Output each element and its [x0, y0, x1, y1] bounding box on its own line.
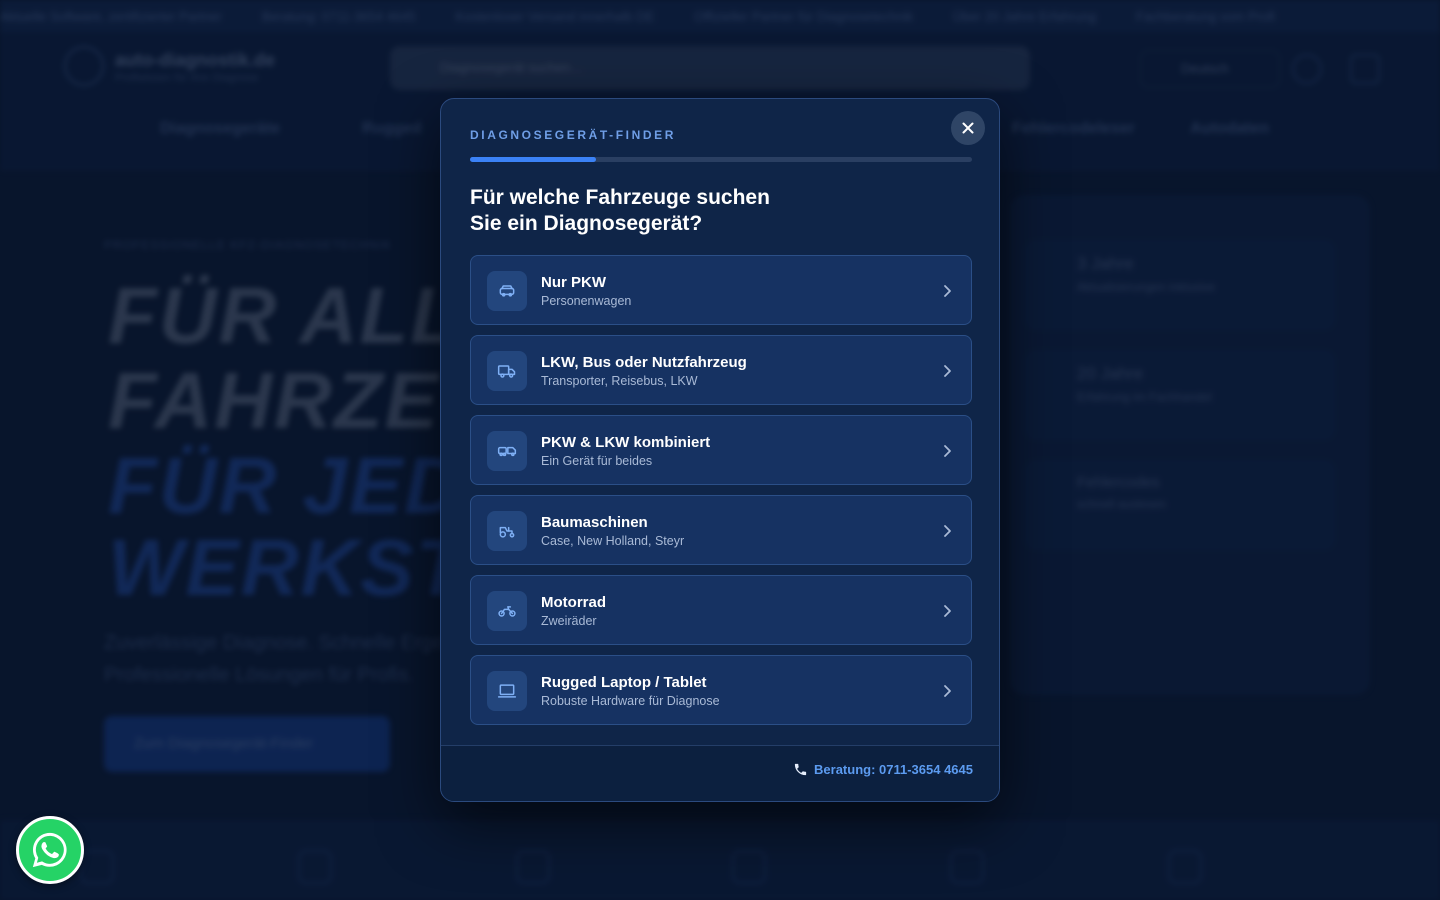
progress-fill: [470, 157, 596, 162]
option-title: LKW, Bus oder Nutzfahrzeug: [541, 354, 747, 371]
motorcycle-icon: [487, 591, 527, 631]
close-button[interactable]: [951, 111, 985, 145]
chevron-right-icon: [944, 605, 951, 617]
option-subtitle: Robuste Hardware für Diagnose: [541, 694, 720, 708]
chevron-right-icon: [944, 285, 951, 297]
option-title: Rugged Laptop / Tablet: [541, 674, 707, 691]
option-title: Baumaschinen: [541, 514, 648, 531]
option-baumaschinen[interactable]: Baumaschinen Case, New Holland, Steyr: [470, 495, 972, 565]
truck-icon: [487, 351, 527, 391]
option-title: Nur PKW: [541, 274, 606, 291]
option-title: Motorrad: [541, 594, 606, 611]
progress-bar: [470, 157, 972, 162]
vehicle-options: Nur PKW Personenwagen LKW, Bus oder Nutz…: [470, 255, 972, 735]
phone-text: Beratung: 0711-3654 4645: [814, 762, 973, 777]
laptop-icon: [487, 671, 527, 711]
chevron-right-icon: [944, 445, 951, 457]
option-nur-pkw[interactable]: Nur PKW Personenwagen: [470, 255, 972, 325]
modal-title: Für welche Fahrzeuge suchen Sie ein Diag…: [470, 185, 810, 237]
option-motorrad[interactable]: Motorrad Zweiräder: [470, 575, 972, 645]
whatsapp-icon: [32, 832, 67, 868]
tractor-icon: [487, 511, 527, 551]
chevron-right-icon: [944, 365, 951, 377]
phone-icon: [794, 763, 807, 776]
car-icon: [487, 271, 527, 311]
phone-link[interactable]: Beratung: 0711-3654 4645: [793, 762, 973, 777]
modal-footer: Beratung: 0711-3654 4645: [441, 745, 999, 801]
chevron-right-icon: [944, 685, 951, 697]
modal-title-line: Sie ein Diagnosegerät?: [470, 212, 703, 235]
modal-kicker: DIAGNOSEGERÄT-FINDER: [470, 128, 677, 142]
option-subtitle: Transporter, Reisebus, LKW: [541, 374, 698, 388]
car-truck-icon: [487, 431, 527, 471]
finder-modal: DIAGNOSEGERÄT-FINDER Für welche Fahrzeug…: [440, 98, 1000, 802]
option-subtitle: Zweiräder: [541, 614, 597, 628]
option-subtitle: Case, New Holland, Steyr: [541, 534, 685, 548]
option-subtitle: Personenwagen: [541, 294, 632, 308]
option-lkw-bus[interactable]: LKW, Bus oder Nutzfahrzeug Transporter, …: [470, 335, 972, 405]
option-subtitle: Ein Gerät für beides: [541, 454, 653, 468]
option-pkw-lkw-kombiniert[interactable]: PKW & LKW kombiniert Ein Gerät für beide…: [470, 415, 972, 485]
chevron-right-icon: [944, 525, 951, 537]
close-icon: [962, 122, 974, 134]
option-rugged-laptop[interactable]: Rugged Laptop / Tablet Robuste Hardware …: [470, 655, 972, 725]
whatsapp-button[interactable]: [16, 816, 84, 884]
modal-title-line: Für welche Fahrzeuge suchen: [470, 186, 770, 209]
option-title: PKW & LKW kombiniert: [541, 434, 711, 451]
